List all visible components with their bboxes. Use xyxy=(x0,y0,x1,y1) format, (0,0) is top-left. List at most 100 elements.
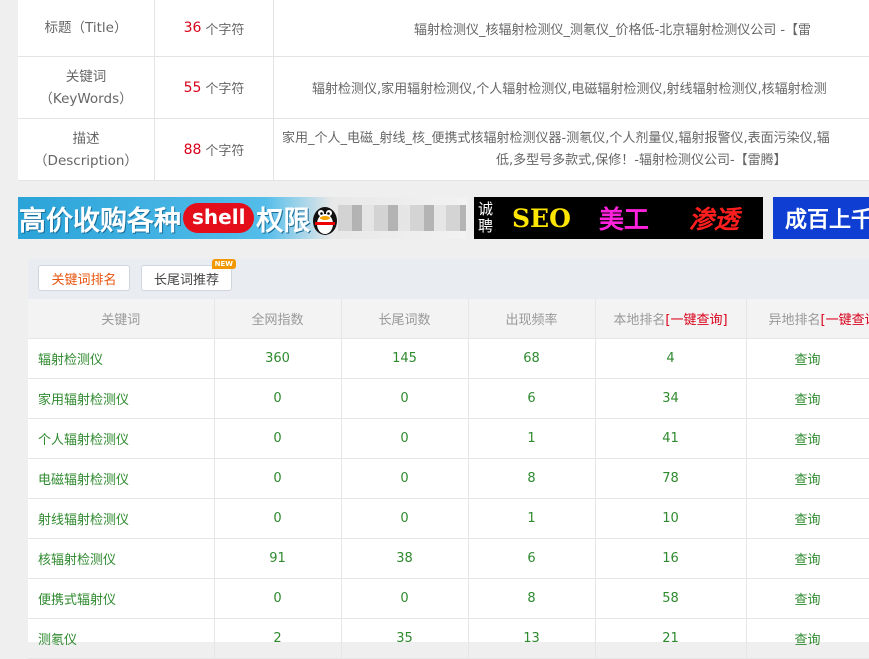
meta-row-description: 描述 （Description） 88 个字符 家用_个人_电磁_射线_核_便携式核… xyxy=(18,119,869,181)
table-row: 家用辐射检测仪 0 0 6 34 查询 xyxy=(28,378,869,419)
table-row: 辐射检测仪 360 145 68 4 查询 xyxy=(28,338,869,379)
longtail-cell: 38 xyxy=(341,538,469,579)
local-rank-cell: 58 xyxy=(595,578,747,619)
remote-query-link[interactable]: 查询 xyxy=(746,618,869,659)
keyword-ranking-panel: 关键词排名 长尾词推荐 NEW 关键词 全网指数 长尾词数 出现频率 本地排名[… xyxy=(28,259,869,659)
meta-label: 描述 （Description） xyxy=(18,119,155,180)
col-keyword: 关键词 xyxy=(28,299,215,339)
local-rank-cell: 4 xyxy=(595,338,747,379)
local-rank-cell: 34 xyxy=(595,378,747,419)
frequency-cell: 1 xyxy=(468,498,596,539)
frequency-cell: 13 xyxy=(468,618,596,659)
meta-row-title: 标题（Title） 36 个字符 辐射检测仪_核辐射检测仪_测氡仪_价格低-北京辐… xyxy=(18,0,869,57)
longtail-cell: 35 xyxy=(341,618,469,659)
frequency-cell: 68 xyxy=(468,338,596,379)
col-remote-rank: 异地排名[一键查询] xyxy=(746,299,869,339)
index-cell: 0 xyxy=(214,458,342,499)
frequency-cell: 8 xyxy=(468,578,596,619)
col-longtail: 长尾词数 xyxy=(341,299,469,339)
table-header-row: 关键词 全网指数 长尾词数 出现频率 本地排名[一键查询] 异地排名[一键查询] xyxy=(28,299,869,339)
ad-banner-shell[interactable]: 高价收购各种 shell 权限 xyxy=(18,197,467,239)
meta-count: 36 个字符 xyxy=(155,0,274,56)
remote-query-link[interactable]: 查询 xyxy=(746,418,869,459)
col-local-rank: 本地排名[一键查询] xyxy=(595,299,747,339)
blurred-contact-area xyxy=(338,205,466,231)
longtail-cell: 0 xyxy=(341,378,469,419)
keyword-cell[interactable]: 家用辐射检测仪 xyxy=(28,378,215,419)
meta-label: 关键词 （KeyWords） xyxy=(18,57,155,118)
banner-hiring-label: 诚聘 xyxy=(478,200,494,235)
index-cell: 0 xyxy=(214,498,342,539)
keyword-cell[interactable]: 射线辐射检测仪 xyxy=(28,498,215,539)
index-cell: 360 xyxy=(214,338,342,379)
local-rank-cell: 21 xyxy=(595,618,747,659)
ad-banner-hiring[interactable]: 诚聘 SEO 美工 渗透 xyxy=(474,197,763,239)
longtail-cell: 0 xyxy=(341,418,469,459)
table-row: 便携式辐射仪 0 0 8 58 查询 xyxy=(28,578,869,619)
frequency-cell: 1 xyxy=(468,418,596,459)
remote-query-link[interactable]: 查询 xyxy=(746,338,869,379)
banner-text: 权限 xyxy=(256,205,311,237)
meta-content: 辐射检测仪,家用辐射检测仪,个人辐射检测仪,电磁辐射检测仪,射线辐射检测仪,核辐… xyxy=(312,82,827,97)
longtail-cell: 0 xyxy=(341,498,469,539)
table-row: 电磁辐射检测仪 0 0 8 78 查询 xyxy=(28,458,869,499)
meta-label: 标题（Title） xyxy=(18,0,155,56)
index-cell: 2 xyxy=(214,618,342,659)
index-cell: 0 xyxy=(214,578,342,619)
banner-design-text: 美工 xyxy=(598,205,649,234)
frequency-cell: 6 xyxy=(468,538,596,579)
meta-content-line1: 家用_个人_电磁_射线_核_便携式核辐射检测仪器-测氡仪,个人剂量仪,辐射报警仪… xyxy=(282,130,830,146)
local-rank-cell: 16 xyxy=(595,538,747,579)
col-index: 全网指数 xyxy=(214,299,342,339)
local-rank-cell: 78 xyxy=(595,458,747,499)
remote-query-link[interactable]: 查询 xyxy=(746,458,869,499)
remote-query-link[interactable]: 查询 xyxy=(746,498,869,539)
remote-query-link[interactable]: 查询 xyxy=(746,378,869,419)
one-click-query-link[interactable]: [一键查询] xyxy=(821,313,868,328)
tab-longtail-recommend[interactable]: 长尾词推荐 NEW xyxy=(141,259,236,291)
longtail-cell: 0 xyxy=(341,578,469,619)
meta-count: 88 个字符 xyxy=(155,119,274,180)
panel-tabs: 关键词排名 长尾词推荐 NEW xyxy=(28,259,869,299)
seo-meta-table: 标题（Title） 36 个字符 辐射检测仪_核辐射检测仪_测氡仪_价格低-北京辐… xyxy=(18,0,869,181)
remote-query-link[interactable]: 查询 xyxy=(746,578,869,619)
keyword-cell[interactable]: 便携式辐射仪 xyxy=(28,578,215,619)
keyword-table: 关键词 全网指数 长尾词数 出现频率 本地排名[一键查询] 异地排名[一键查询]… xyxy=(28,299,869,659)
keyword-cell[interactable]: 测氡仪 xyxy=(28,618,215,659)
meta-content-line2: 低,多型号多款式,保修！-辐射检测仪公司-【雷腾】 xyxy=(496,152,787,168)
index-cell: 0 xyxy=(214,418,342,459)
new-badge: NEW xyxy=(211,259,236,269)
table-row: 个人辐射检测仪 0 0 1 41 查询 xyxy=(28,418,869,459)
frequency-cell: 8 xyxy=(468,458,596,499)
remote-query-link[interactable]: 查询 xyxy=(746,538,869,579)
banner-text: 高价收购各种 xyxy=(19,205,181,237)
index-cell: 91 xyxy=(214,538,342,579)
keyword-cell[interactable]: 核辐射检测仪 xyxy=(28,538,215,579)
frequency-cell: 6 xyxy=(468,378,596,419)
keyword-cell[interactable]: 个人辐射检测仪 xyxy=(28,418,215,459)
longtail-cell: 145 xyxy=(341,338,469,379)
ad-banner-strip: 高价收购各种 shell 权限 诚聘 SEO 美工 渗透 成百上千 xyxy=(18,197,869,240)
index-cell: 0 xyxy=(214,378,342,419)
keyword-cell[interactable]: 电磁辐射检测仪 xyxy=(28,458,215,499)
meta-count: 55 个字符 xyxy=(155,57,274,118)
banner-seo-text: SEO xyxy=(512,203,571,233)
local-rank-cell: 10 xyxy=(595,498,747,539)
table-row: 射线辐射检测仪 0 0 1 10 查询 xyxy=(28,498,869,539)
meta-row-keywords: 关键词 （KeyWords） 55 个字符 辐射检测仪,家用辐射检测仪,个人辐射检测… xyxy=(18,57,869,119)
longtail-cell: 0 xyxy=(341,458,469,499)
banner-pentest-text: 渗透 xyxy=(688,205,739,234)
banner-shell-pill: shell xyxy=(183,203,255,233)
keyword-cell[interactable]: 辐射检测仪 xyxy=(28,338,215,379)
meta-content: 家用_个人_电磁_射线_核_便携式核辐射检测仪器-测氡仪,个人剂量仪,辐射报警仪… xyxy=(274,119,869,180)
col-frequency: 出现频率 xyxy=(468,299,596,339)
local-rank-cell: 41 xyxy=(595,418,747,459)
tab-keyword-ranking[interactable]: 关键词排名 xyxy=(38,265,130,291)
table-row: 核辐射检测仪 91 38 6 16 查询 xyxy=(28,538,869,579)
one-click-query-link[interactable]: [一键查询] xyxy=(665,313,727,328)
ad-banner-blue[interactable]: 成百上千 xyxy=(773,197,869,239)
penguin-icon xyxy=(313,207,337,235)
meta-content: 辐射检测仪_核辐射检测仪_测氡仪_价格低-北京辐射检测仪公司 -【雷 xyxy=(414,22,812,38)
table-row: 测氡仪 2 35 13 21 查询 xyxy=(28,618,869,659)
banner-text: 成百上千 xyxy=(785,208,869,233)
